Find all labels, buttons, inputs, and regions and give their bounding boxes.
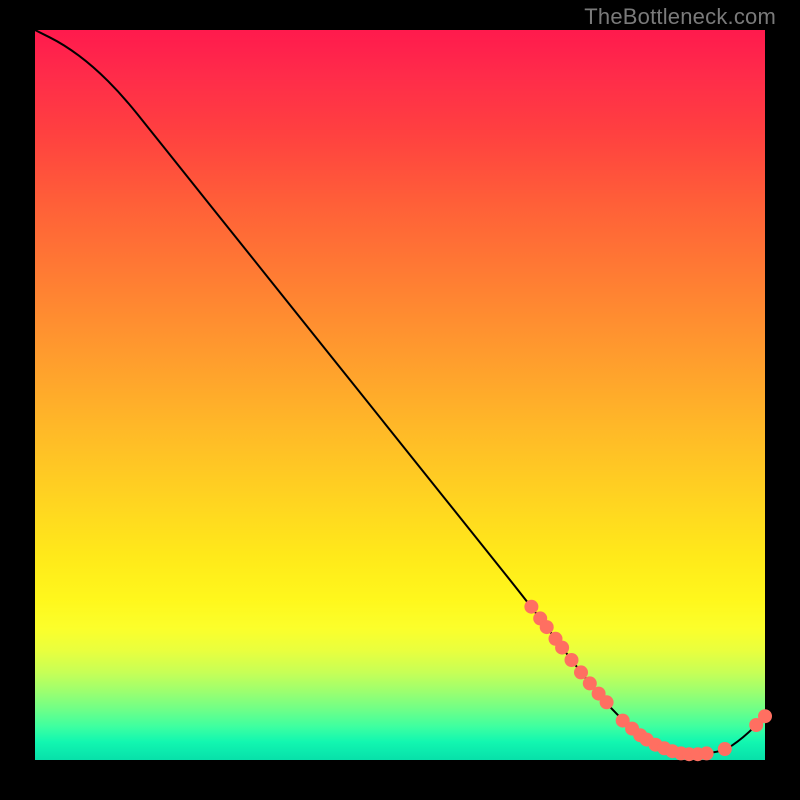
marker-point: [700, 746, 714, 760]
chart-stage: TheBottleneck.com: [0, 0, 800, 800]
marker-point: [565, 653, 579, 667]
marker-point: [524, 600, 538, 614]
marker-point: [574, 665, 588, 679]
curve-line: [35, 30, 765, 753]
plot-area: [35, 30, 765, 760]
marker-point: [758, 709, 772, 723]
chart-svg: [35, 30, 765, 760]
marker-point: [555, 641, 569, 655]
marker-point: [718, 742, 732, 756]
marker-point: [540, 620, 554, 634]
curve-markers: [524, 600, 772, 762]
attribution-label: TheBottleneck.com: [584, 4, 776, 30]
marker-point: [600, 695, 614, 709]
